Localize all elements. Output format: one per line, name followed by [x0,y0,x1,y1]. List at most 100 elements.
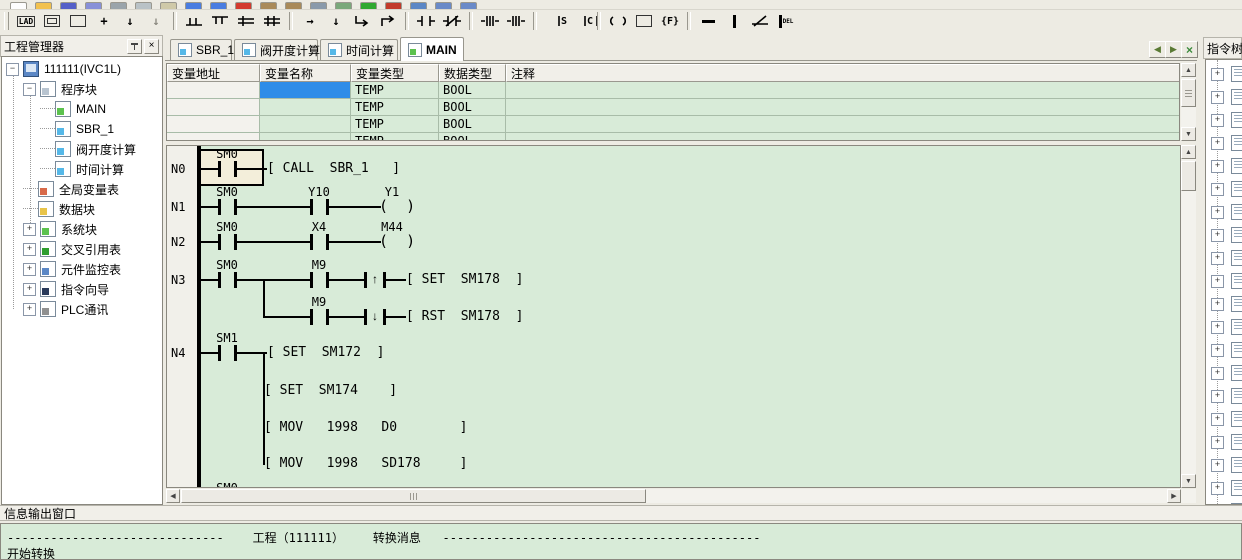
instruction-tree-item[interactable]: + [1206,179,1242,199]
ladder-contact[interactable] [218,272,237,288]
tree-item-[interactable]: −程序块 [23,79,97,99]
instruction-tree-item[interactable]: + [1206,133,1242,153]
tree-item-[interactable]: 数据块 [23,199,95,219]
function-box-tool[interactable] [632,11,656,31]
ladder-contact[interactable] [218,199,237,215]
contact-rising-tool[interactable] [478,11,502,31]
vartable-cell[interactable]: BOOL [439,82,506,99]
ladder-contact[interactable] [310,309,329,325]
ladder-instruction[interactable]: [ MOV 1998 D0 ] [264,420,468,436]
ladder-instruction[interactable]: [ SET SM178 ] [406,272,523,288]
ladder-instruction[interactable]: [ SET SM172 ] [267,345,384,361]
close-panel-button[interactable]: × [144,39,159,54]
instruction-tree-item[interactable]: + [1206,248,1242,268]
insert-plus-tool[interactable]: + [92,11,116,31]
instruction-tree-expander[interactable]: + [1211,321,1224,334]
insert-hline2-tool[interactable] [260,11,284,31]
instruction-tree-item[interactable]: + [1206,386,1242,406]
save-icon[interactable] [60,2,77,10]
c-contact-tool[interactable]: C [568,11,592,31]
ladder-scroll-right-button[interactable]: ▶ [1167,489,1181,503]
insert-hline1-tool[interactable] [234,11,258,31]
instruction-tree-item[interactable]: + [1206,432,1242,452]
instruction-tree-expander[interactable]: + [1211,206,1224,219]
vartable-cell[interactable] [506,99,1180,116]
tree-item-[interactable]: +交叉引用表 [23,239,121,259]
vline-tool[interactable] [722,11,746,31]
tree-expander[interactable]: − [23,83,36,96]
ladder-contact[interactable] [310,199,329,215]
instruction-tree-expander[interactable]: + [1211,91,1224,104]
window2-icon[interactable] [460,2,477,10]
s-contact-tool[interactable]: S [542,11,566,31]
tree-item-111111ivc1l[interactable]: −111111(IVC1L) [6,59,121,79]
open-icon[interactable] [35,2,52,10]
instruction-tree-item[interactable]: + [1206,363,1242,383]
arrow-down-tool[interactable]: ↓ [324,11,348,31]
instruction-tree-expander[interactable]: + [1211,114,1224,127]
instruction-tree-item[interactable]: + [1206,225,1242,245]
instruction-tree-item[interactable]: + [1206,156,1242,176]
tree-item-[interactable]: +元件监控表 [23,259,121,279]
vartable-cell[interactable] [506,133,1180,141]
ladder-contact[interactable] [218,345,237,361]
tree-item-sbr_1[interactable]: SBR_1 [40,119,114,139]
window-icon[interactable] [435,2,452,10]
instruction-tree-item[interactable]: + [1206,317,1242,337]
vartable-cell[interactable]: TEMP [351,99,439,116]
download-icon[interactable] [335,2,352,10]
instruction-tree-item[interactable]: + [1206,64,1242,84]
arrow-up-right-tool[interactable] [376,11,400,31]
vartable-cell[interactable] [167,82,260,99]
vartable-header-0[interactable]: 变量地址 [167,64,260,82]
vartable-header-3[interactable]: 数据类型 [439,64,506,82]
instruction-tree-item[interactable]: + [1206,87,1242,107]
coil-tool[interactable] [606,11,630,31]
vartable-scroll-down-button[interactable]: ▼ [1181,127,1196,141]
tab-scroll-right-button[interactable]: ▶ [1165,41,1182,58]
instruction-tree-expander[interactable]: + [1211,390,1224,403]
instruction-tree-expander[interactable]: + [1211,137,1224,150]
lad-mode-tool[interactable]: LAD [14,11,38,31]
arrow-down-right-tool[interactable] [350,11,374,31]
vartable-cell[interactable] [506,116,1180,133]
vartable-cell[interactable]: BOOL [439,133,506,141]
ladder-hscroll-thumb[interactable] [181,489,646,503]
contact-no-tool[interactable] [414,11,438,31]
tab-close-button[interactable]: × [1181,41,1198,58]
instruction-tree-expander[interactable]: + [1211,298,1224,311]
vartable-cell[interactable]: TEMP [351,116,439,133]
tab-阀开度计算[interactable]: 阀开度计算 [234,39,318,60]
instruction-tree-item[interactable]: + [1206,294,1242,314]
tree-expander[interactable]: + [23,303,36,316]
tree-expander[interactable]: + [23,283,36,296]
instruction-tree-item[interactable]: + [1206,478,1242,498]
tree-item-[interactable]: +指令向导 [23,279,109,299]
vartable-header-2[interactable]: 变量类型 [351,64,439,82]
instruction-tree-item[interactable]: + [1206,110,1242,130]
tree-item-plc[interactable]: +PLC通讯 [23,299,108,319]
tree-expander[interactable]: + [23,263,36,276]
vartable-scroll-thumb[interactable] [1181,79,1196,107]
vartable-cell[interactable] [260,116,351,133]
instruction-tree-expander[interactable]: + [1211,252,1224,265]
tab-时间计算[interactable]: 时间计算 [320,39,398,60]
tab-scroll-left-button[interactable]: ◀ [1149,41,1166,58]
tree-item-[interactable]: 阀开度计算 [40,139,136,159]
ladder-instruction[interactable]: [ SET SM174 ] [264,383,397,399]
insert-row-tool[interactable]: ↓ [118,11,142,31]
undo-icon[interactable] [185,2,202,10]
toolbar-grip[interactable] [4,12,9,30]
ladder-vscrollbar[interactable]: ▲ ▼ [1181,145,1196,488]
instruction-tree-expander[interactable]: + [1211,275,1224,288]
output-window-titlebar[interactable]: 信息输出窗口 [0,505,1242,521]
vartable-scrollbar[interactable]: ▲ ▼ [1181,63,1196,141]
contact-falling-tool[interactable] [504,11,528,31]
vartable-cell[interactable] [167,99,260,116]
ladder-edge-contact[interactable]: ↓ [364,309,386,325]
ladder-coil[interactable]: ( ) [379,197,415,215]
redo-icon[interactable] [210,2,227,10]
instruction-tree-item[interactable]: + [1206,202,1242,222]
stop-icon[interactable] [385,2,402,10]
paste-icon[interactable] [160,2,177,10]
